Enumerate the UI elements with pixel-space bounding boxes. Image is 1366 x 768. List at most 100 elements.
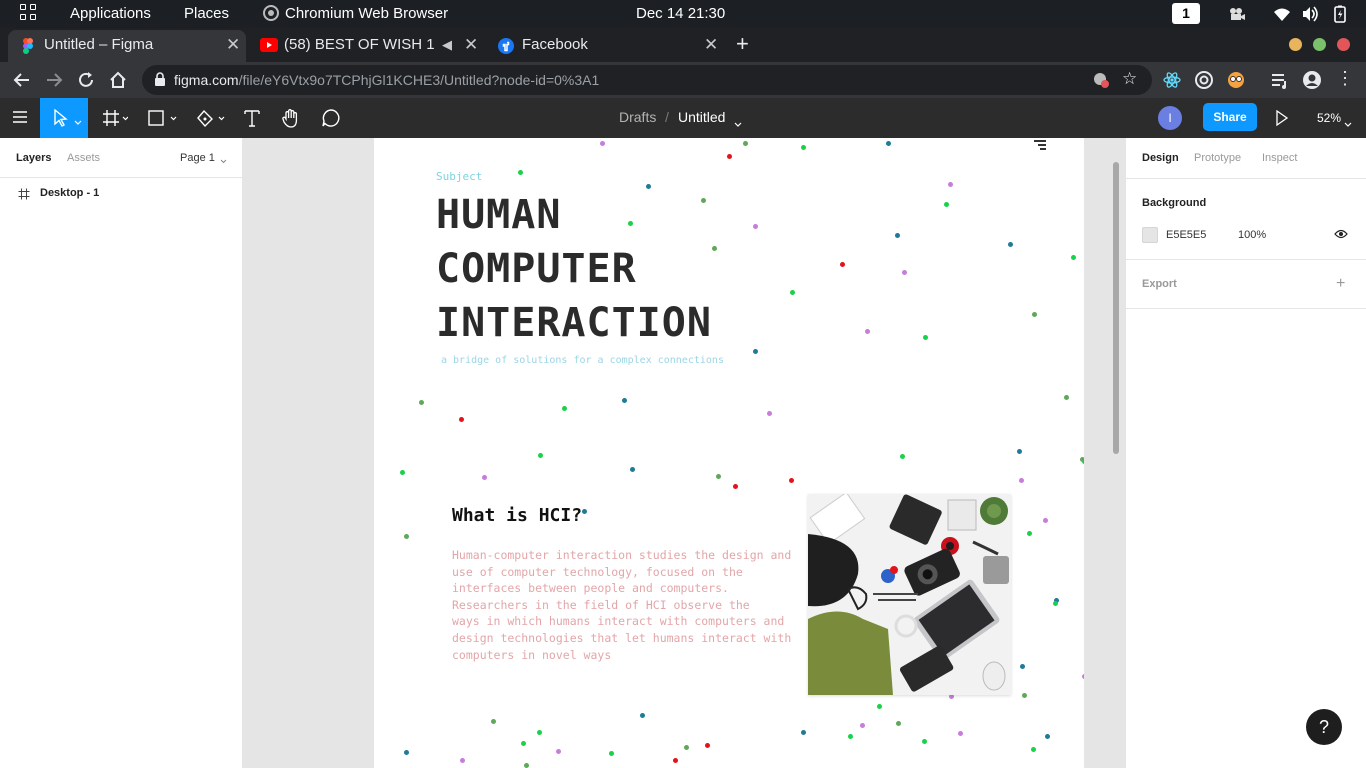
confetti-dot xyxy=(482,475,487,480)
confetti-dot xyxy=(684,745,689,750)
volume-icon[interactable] xyxy=(1301,5,1319,23)
workspace-indicator[interactable]: 1 xyxy=(1172,3,1200,24)
blocked-cookies-icon[interactable] xyxy=(1092,71,1110,94)
confetti-dot xyxy=(790,290,795,295)
url-host: figma.com xyxy=(174,72,239,88)
desktop-frame[interactable]: Subject HUMAN COMPUTER INTERACTION a bri… xyxy=(374,138,1084,768)
extension-face-icon[interactable] xyxy=(1226,70,1246,90)
shape-tool-icon[interactable] xyxy=(148,108,177,128)
forward-icon[interactable] xyxy=(44,70,64,90)
tab-youtube[interactable]: (58) BEST OF WISH 10 ◀ ✕ xyxy=(248,30,484,62)
confetti-dot xyxy=(1020,664,1025,669)
zoom-level[interactable]: 52% xyxy=(1317,111,1341,125)
confetti-dot xyxy=(491,719,496,724)
browser-menu-icon[interactable]: ⋮ xyxy=(1336,68,1356,88)
chevron-down-icon[interactable] xyxy=(1344,115,1352,133)
eye-icon[interactable] xyxy=(1334,228,1348,243)
background-opacity-input[interactable]: 100% xyxy=(1238,229,1266,241)
hero-title: HUMAN COMPUTER INTERACTION xyxy=(436,188,712,350)
battery-icon[interactable] xyxy=(1331,5,1349,23)
youtube-icon xyxy=(260,38,278,54)
frame-tool-icon[interactable] xyxy=(102,108,129,128)
layer-row[interactable]: Desktop - 1 xyxy=(0,182,242,206)
maximize-window-icon[interactable] xyxy=(1313,38,1326,51)
desktop-screen: Applications Places Chromium Web Browser… xyxy=(0,0,1366,768)
present-play-icon[interactable] xyxy=(1275,109,1295,130)
share-button[interactable]: Share xyxy=(1203,103,1257,131)
new-tab-icon[interactable]: + xyxy=(736,31,749,57)
tab-assets[interactable]: Assets xyxy=(67,152,100,164)
back-icon[interactable] xyxy=(12,70,32,90)
tab-title: Untitled – Figma xyxy=(44,36,154,53)
places-menu[interactable]: Places xyxy=(184,5,229,22)
hamburger-icon xyxy=(1034,140,1046,150)
confetti-dot xyxy=(712,246,717,251)
main-menu-icon[interactable] xyxy=(11,108,31,128)
comment-tool-icon[interactable] xyxy=(321,108,341,128)
extension-target-icon[interactable] xyxy=(1194,70,1214,90)
video-camera-icon[interactable] xyxy=(1228,5,1246,23)
lock-icon[interactable] xyxy=(154,72,166,91)
workspace-flatlay-image xyxy=(808,494,1011,695)
profile-icon[interactable] xyxy=(1302,70,1322,90)
chevron-down-icon[interactable] xyxy=(220,155,227,167)
properties-panel: Design Prototype Inspect Background E5E5… xyxy=(1125,138,1366,768)
close-tab-icon[interactable]: ✕ xyxy=(704,35,718,55)
wifi-icon[interactable] xyxy=(1273,5,1291,23)
tab-prototype[interactable]: Prototype xyxy=(1194,152,1241,164)
tab-layers[interactable]: Layers xyxy=(16,152,51,164)
applications-menu[interactable]: Applications xyxy=(70,5,151,22)
pen-tool-icon[interactable] xyxy=(196,108,225,128)
tab-figma[interactable]: Untitled – Figma ✕ xyxy=(8,30,246,62)
reload-icon[interactable] xyxy=(76,70,96,90)
tab-inspect[interactable]: Inspect xyxy=(1262,152,1297,164)
browser-tab-strip: Untitled – Figma ✕ (58) BEST OF WISH 10 … xyxy=(0,28,1366,62)
paragraph-line: computers in novel ways xyxy=(452,647,612,662)
media-queue-icon[interactable] xyxy=(1270,70,1290,90)
confetti-dot xyxy=(1064,395,1069,400)
confetti-dot xyxy=(582,509,587,514)
confetti-dot xyxy=(923,335,928,340)
close-tab-icon[interactable]: ✕ xyxy=(464,35,478,55)
confetti-dot xyxy=(600,141,605,146)
app-grid-icon[interactable] xyxy=(20,4,38,22)
close-window-icon[interactable] xyxy=(1337,38,1350,51)
active-app-label[interactable]: Chromium Web Browser xyxy=(285,5,448,22)
react-devtools-icon[interactable] xyxy=(1162,70,1182,90)
add-export-icon[interactable]: + xyxy=(1336,275,1345,293)
address-bar[interactable]: figma.com/file/eY6Vtx9o7TCPhjGl1KCHE3/Un… xyxy=(142,65,1152,95)
avatar[interactable]: I xyxy=(1158,106,1182,130)
home-icon[interactable] xyxy=(108,70,128,90)
background-hex-input[interactable]: E5E5E5 xyxy=(1166,229,1206,241)
text-tool-icon[interactable] xyxy=(243,108,263,128)
confetti-dot xyxy=(840,262,845,267)
hand-tool-icon[interactable] xyxy=(281,108,301,128)
url-text[interactable]: figma.com/file/eY6Vtx9o7TCPhjGl1KCHE3/Un… xyxy=(174,72,599,88)
file-name[interactable]: Untitled xyxy=(678,109,725,125)
divider xyxy=(1126,259,1366,260)
mute-tab-icon[interactable]: ◀ xyxy=(442,37,452,53)
confetti-dot xyxy=(896,721,901,726)
bookmark-star-icon[interactable]: ☆ xyxy=(1122,69,1137,89)
chevron-down-icon[interactable] xyxy=(734,115,742,133)
minimize-window-icon[interactable] xyxy=(1289,38,1302,51)
confetti-dot xyxy=(538,453,543,458)
tab-facebook[interactable]: Facebook ✕ xyxy=(486,30,726,62)
confetti-dot xyxy=(537,730,542,735)
clock[interactable]: Dec 14 21:30 xyxy=(636,5,725,22)
help-button[interactable]: ? xyxy=(1306,709,1342,745)
move-tool-button[interactable] xyxy=(40,98,88,138)
canvas[interactable]: Subject HUMAN COMPUTER INTERACTION a bri… xyxy=(243,138,1125,768)
background-color-swatch[interactable] xyxy=(1142,227,1158,243)
page-selector[interactable]: Page 1 xyxy=(180,152,215,164)
confetti-dot xyxy=(767,411,772,416)
breadcrumb-drafts[interactable]: Drafts xyxy=(619,109,656,125)
canvas-scrollbar[interactable] xyxy=(1113,162,1119,454)
tab-design[interactable]: Design xyxy=(1142,152,1179,164)
confetti-dot xyxy=(459,417,464,422)
confetti-dot xyxy=(1031,747,1036,752)
close-tab-icon[interactable]: ✕ xyxy=(226,35,240,55)
confetti-dot xyxy=(460,758,465,763)
confetti-dot xyxy=(1019,478,1024,483)
confetti-dot xyxy=(705,743,710,748)
